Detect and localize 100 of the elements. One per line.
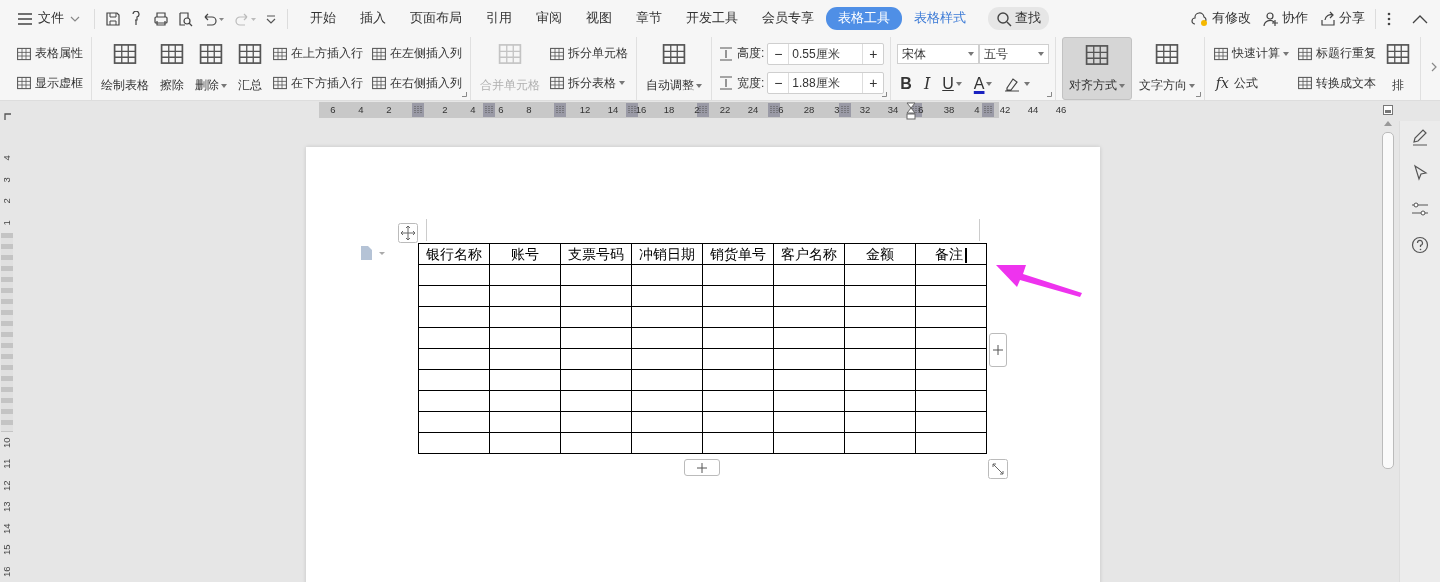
format-button[interactable]: U [939, 74, 965, 93]
caret-icon [1038, 52, 1045, 56]
ribbon-tab[interactable]: 章节 [624, 7, 674, 30]
size-spinner[interactable]: − 1.88厘米 + [767, 72, 885, 95]
ribbon-button[interactable]: fx 公式 [1211, 72, 1292, 94]
ribbon-tab[interactable]: 视图 [574, 7, 624, 30]
caret-icon [968, 52, 975, 56]
toolbar-action[interactable]: 协作 [1263, 10, 1308, 27]
caret-icon [619, 81, 625, 86]
column-marker[interactable] [554, 103, 567, 117]
table-cell [560, 369, 632, 391]
more-icon[interactable] [1386, 10, 1392, 27]
font-size-dropdown[interactable]: 五号 [979, 44, 1050, 64]
ribbon-button[interactable]: 拆分表格 [547, 72, 630, 94]
table-cell: 销货单号 [702, 243, 774, 265]
table-grid-icon [1154, 41, 1181, 67]
column-marker[interactable] [768, 103, 780, 117]
ribbon-button[interactable]: 在上方插入行 [270, 43, 365, 65]
table-cell [489, 432, 561, 454]
ribbon-tab[interactable]: 会员专享 [750, 7, 826, 30]
ribbon-button[interactable]: 在左侧插入列 [369, 43, 464, 65]
ruler-number: 18 [663, 104, 675, 116]
ribbon-button[interactable]: 快速计算 [1211, 43, 1292, 65]
plus-icon [697, 462, 707, 473]
table-cell [844, 432, 916, 454]
ribbon-tab[interactable]: 开发工具 [674, 7, 750, 30]
cloud-icon [1191, 10, 1209, 27]
ruler-number: 2 [386, 104, 392, 116]
dialog-launcher-icon[interactable] [1196, 92, 1202, 97]
chevron-right-icon[interactable] [1430, 62, 1438, 72]
ribbon-button[interactable]: 对齐方式 [1062, 37, 1133, 100]
ribbon-button[interactable]: 转换成文本 [1295, 72, 1379, 94]
pen-icon[interactable] [1411, 128, 1429, 146]
toolbar-action[interactable]: 有修改 [1191, 10, 1251, 27]
ribbon-button[interactable]: 自动调整 [643, 37, 705, 100]
format-button[interactable]: A [970, 74, 996, 93]
ruler-number: 11 [0, 457, 14, 471]
ribbon-button[interactable]: 显示虚框 [14, 72, 85, 94]
ribbon-tab[interactable]: 引用 [474, 7, 524, 30]
add-column-button[interactable] [989, 333, 1007, 367]
column-marker[interactable] [483, 103, 496, 117]
file-menu[interactable]: 文件 [14, 7, 84, 30]
size-spinner[interactable]: − 0.55厘米 + [767, 42, 885, 65]
table-cell [560, 432, 632, 454]
collapse-ribbon-icon[interactable] [1412, 13, 1428, 24]
ribbon-button[interactable]: 文字方向 [1136, 37, 1199, 100]
ribbon-button[interactable]: 排 [1382, 37, 1415, 100]
ribbon-button[interactable]: 在下方插入行 [270, 72, 365, 94]
ribbon-tab[interactable]: 插入 [348, 7, 398, 30]
plus-icon [993, 345, 1003, 355]
table-grid-icon [198, 41, 224, 67]
ruler-number: 6 [918, 104, 924, 116]
sliders-icon[interactable] [1411, 200, 1429, 218]
ribbon-button[interactable]: 擦除 [156, 37, 188, 100]
table-cell: 银行名称 [418, 243, 490, 265]
ribbon-button[interactable]: 表格属性 [14, 43, 85, 65]
column-marker[interactable] [412, 103, 424, 117]
ribbon-tab[interactable]: 开始 [298, 7, 348, 30]
ribbon-button[interactable]: 汇总 [234, 37, 266, 100]
format-button[interactable]: I [920, 74, 934, 93]
save-icon[interactable] [105, 10, 121, 27]
format-button[interactable]: B [897, 74, 915, 93]
help-icon[interactable] [1411, 236, 1429, 254]
move-handle-icon[interactable] [398, 223, 418, 243]
print-preview-icon[interactable] [177, 10, 193, 27]
search-button[interactable]: 查找 [988, 7, 1049, 30]
ruler-number: 14 [0, 521, 14, 536]
ruler-number: 13 [0, 500, 14, 514]
indent-marker[interactable] [906, 102, 916, 120]
scrollbar-thumb[interactable] [1382, 132, 1394, 469]
ruler-number: 3 [834, 104, 840, 116]
toolbar-action[interactable]: 分享 [1320, 10, 1365, 27]
ribbon-tab[interactable]: 页面布局 [398, 7, 474, 30]
ribbon-button[interactable]: 在右侧插入列 [369, 72, 464, 94]
ribbon-button[interactable]: 标题行重复 [1295, 43, 1379, 65]
table-cell [560, 264, 632, 286]
page-nav-icon[interactable] [1383, 105, 1393, 115]
table-cell: 账号 [489, 243, 561, 265]
table-cell [418, 390, 490, 412]
cursor-icon[interactable] [1411, 164, 1429, 182]
table-grid-icon [272, 45, 288, 62]
caret-icon [986, 81, 993, 86]
column-marker[interactable] [839, 103, 852, 117]
dialog-launcher-icon[interactable] [1047, 92, 1053, 97]
dialog-launcher-icon[interactable] [882, 92, 888, 97]
share-icon [1320, 10, 1336, 27]
add-row-button[interactable] [684, 459, 720, 476]
table-cell [915, 285, 987, 307]
font-dropdown[interactable]: 宋体 [897, 44, 980, 64]
ribbon-button[interactable]: 拆分单元格 [547, 43, 630, 65]
table-cell [489, 327, 561, 349]
table-cell [418, 264, 490, 286]
dialog-launcher-icon[interactable] [462, 92, 467, 97]
print-icon[interactable] [153, 10, 169, 27]
ribbon-button[interactable]: 删除 [192, 37, 230, 100]
ribbon-tab[interactable]: 表格样式 [902, 7, 978, 30]
table-grid-icon [112, 41, 138, 67]
resize-handle-icon[interactable] [988, 459, 1008, 479]
ribbon-tab[interactable]: 审阅 [524, 7, 574, 30]
ribbon-button[interactable]: 绘制表格 [98, 37, 152, 100]
